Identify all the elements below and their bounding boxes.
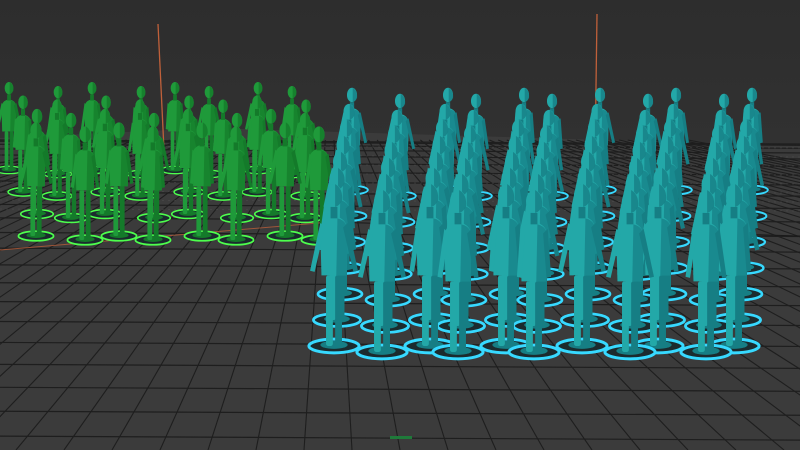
viewport-canvas[interactable] [0, 0, 800, 450]
perspective-viewport[interactable] [0, 0, 800, 450]
origin-marker [390, 436, 412, 439]
